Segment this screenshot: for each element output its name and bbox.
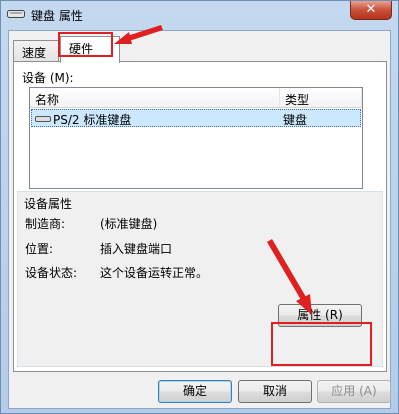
apply-button: 应用 (A) xyxy=(317,380,391,403)
manufacturer-label: 制造商: xyxy=(25,217,66,231)
device-list[interactable]: 名称 类型 PS/2 标准键盘 键盘 xyxy=(29,87,363,189)
keyboard-icon xyxy=(7,10,25,18)
annotation-highlight-button xyxy=(271,322,372,366)
device-status-label: 设备状态: xyxy=(25,266,78,280)
manufacturer-value: (标准键盘) xyxy=(100,217,158,231)
cancel-button[interactable]: 取消 xyxy=(238,380,312,403)
device-row[interactable]: PS/2 标准键盘 键盘 xyxy=(31,109,361,127)
close-icon: ✕ xyxy=(365,2,377,17)
keyboard-properties-window: 键盘 属性 ✕ 速度 硬件 设备 (M): 名称 类型 PS/2 标准键盘 键盘 xyxy=(0,0,399,414)
tab-speed[interactable]: 速度 xyxy=(13,40,59,62)
device-status-value: 这个设备运转正常。 xyxy=(100,266,209,280)
close-button[interactable]: ✕ xyxy=(350,1,392,20)
location-value: 插入键盘端口 xyxy=(100,242,173,256)
keyboard-icon xyxy=(35,116,51,122)
annotation-highlight-tab xyxy=(58,32,113,57)
device-type: 键盘 xyxy=(283,113,308,127)
column-header-name[interactable]: 名称 xyxy=(30,88,280,107)
tab-speed-label: 速度 xyxy=(22,46,47,60)
location-label: 位置: xyxy=(25,242,54,256)
device-properties-title: 设备属性 xyxy=(24,197,73,211)
devices-label: 设备 (M): xyxy=(22,71,74,85)
device-name: PS/2 标准键盘 xyxy=(53,113,132,127)
window-title: 键盘 属性 xyxy=(31,9,83,23)
title-bar[interactable]: 键盘 属性 ✕ xyxy=(1,1,398,29)
ok-button[interactable]: 确定 xyxy=(158,380,232,403)
list-header: 名称 类型 xyxy=(30,88,362,108)
column-header-type[interactable]: 类型 xyxy=(280,88,362,107)
